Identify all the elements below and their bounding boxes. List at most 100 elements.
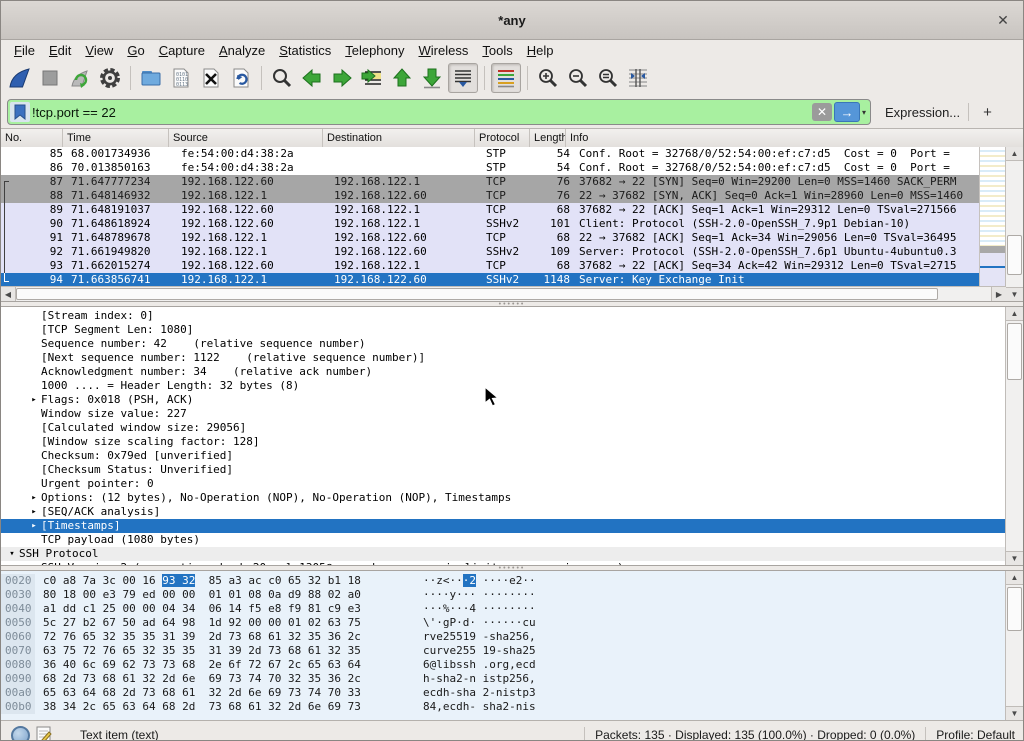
title-bar[interactable]: *any ✕ bbox=[1, 1, 1023, 40]
detail-line[interactable]: Checksum: 0x79ed [unverified] bbox=[1, 449, 1006, 463]
hex-row-0020[interactable]: 0020c0 a8 7a 3c 00 16 93 32 85 a3 ac c0 … bbox=[1, 574, 1006, 588]
packet-row-91[interactable]: 9171.648789678192.168.122.1192.168.122.6… bbox=[1, 231, 980, 245]
scroll-up-icon[interactable]: ▲ bbox=[1006, 571, 1023, 585]
find-packet-magnifier-icon[interactable] bbox=[268, 64, 296, 92]
filter-dropdown-caret-icon[interactable]: ▾ bbox=[862, 108, 866, 117]
hex-row-0090[interactable]: 009068 2d 73 68 61 32 2d 6e 69 73 74 70 … bbox=[1, 672, 1006, 686]
reload-file-doc-icon[interactable] bbox=[227, 64, 255, 92]
zoom-in-magnifier-icon[interactable] bbox=[534, 64, 562, 92]
menu-tools[interactable]: Tools bbox=[475, 42, 519, 59]
scroll-up-icon[interactable]: ▲ bbox=[1006, 147, 1023, 161]
go-to-packet-arrow-icon[interactable] bbox=[358, 64, 386, 92]
zoom-reset-magnifier-icon[interactable] bbox=[594, 64, 622, 92]
bytes-vertical-scrollbar[interactable]: ▲ ▼ bbox=[1005, 571, 1023, 720]
first-packet-arrow-icon[interactable] bbox=[388, 64, 416, 92]
menu-telephony[interactable]: Telephony bbox=[338, 42, 411, 59]
scrollbar-thumb[interactable] bbox=[1007, 587, 1022, 631]
expander-collapsed-icon[interactable]: ▸ bbox=[27, 491, 41, 505]
capture-comment-icon[interactable] bbox=[36, 726, 52, 741]
open-file-folder-icon[interactable] bbox=[137, 64, 165, 92]
filter-apply-icon[interactable]: → bbox=[834, 102, 860, 122]
detail-line[interactable]: [Stream index: 0] bbox=[1, 309, 1006, 323]
expander-collapsed-icon[interactable]: ▸ bbox=[27, 393, 41, 407]
scroll-down-icon[interactable]: ▼ bbox=[1006, 287, 1023, 301]
detail-line[interactable]: ▸SSH Version 2 (encryption:chacha20-poly… bbox=[1, 561, 1006, 566]
detail-line[interactable]: Urgent pointer: 0 bbox=[1, 477, 1006, 491]
detail-line[interactable]: [Checksum Status: Unverified] bbox=[1, 463, 1006, 477]
packet-row-88[interactable]: 8871.648146932192.168.122.1192.168.122.6… bbox=[1, 189, 980, 203]
packet-row-86[interactable]: 8670.013850163fe:54:00:d4:38:2aSTP54Conf… bbox=[1, 161, 980, 175]
hex-row-0040[interactable]: 0040a1 dd c1 25 00 00 04 34 06 14 f5 e8 … bbox=[1, 602, 1006, 616]
menu-go[interactable]: Go bbox=[120, 42, 151, 59]
save-file-binary-doc-icon[interactable]: 0101 0110 0113 bbox=[167, 64, 195, 92]
menu-analyze[interactable]: Analyze bbox=[212, 42, 272, 59]
hex-ascii[interactable]: rve25519 -sha256, bbox=[409, 630, 536, 644]
start-capture-fin-icon[interactable] bbox=[6, 64, 34, 92]
profile-status[interactable]: Profile: Default bbox=[936, 728, 1015, 741]
column-header-no[interactable]: No. bbox=[1, 129, 63, 147]
packet-list-horizontal-scrollbar[interactable]: ◀ ▶ bbox=[1, 286, 1006, 301]
filter-bookmark-icon[interactable] bbox=[10, 102, 30, 122]
menu-help[interactable]: Help bbox=[520, 42, 561, 59]
expression-button[interactable]: Expression... bbox=[885, 105, 960, 120]
scrollbar-thumb[interactable] bbox=[1007, 235, 1022, 275]
hex-ascii[interactable]: curve255 19-sha25 bbox=[409, 644, 536, 658]
menu-view[interactable]: View bbox=[78, 42, 120, 59]
stop-capture-icon[interactable] bbox=[36, 64, 64, 92]
hex-ascii[interactable]: 84,ecdh- sha2-nis bbox=[409, 700, 536, 714]
hex-bytes[interactable]: 36 40 6c 69 62 73 73 68 2e 6f 72 67 2c 6… bbox=[39, 658, 409, 672]
zoom-out-magnifier-icon[interactable] bbox=[564, 64, 592, 92]
detail-line[interactable]: ▸Flags: 0x018 (PSH, ACK) bbox=[1, 393, 1006, 407]
close-file-doc-icon[interactable] bbox=[197, 64, 225, 92]
filter-text[interactable]: !tcp.port == 22 bbox=[32, 105, 812, 120]
menu-wireless[interactable]: Wireless bbox=[412, 42, 476, 59]
column-header-destination[interactable]: Destination bbox=[323, 129, 475, 147]
auto-scroll-toggle-icon[interactable] bbox=[448, 63, 478, 93]
add-filter-button[interactable]: + bbox=[977, 104, 998, 121]
scroll-left-icon[interactable]: ◀ bbox=[1, 287, 16, 301]
column-header-length[interactable]: Length bbox=[530, 129, 566, 147]
packet-list-vertical-scrollbar[interactable]: ▲ ▼ bbox=[1005, 147, 1023, 301]
hex-bytes[interactable]: 63 75 72 76 65 32 35 35 31 39 2d 73 68 6… bbox=[39, 644, 409, 658]
hex-bytes[interactable]: 65 63 64 68 2d 73 68 61 32 2d 6e 69 73 7… bbox=[39, 686, 409, 700]
details-vertical-scrollbar[interactable]: ▲ ▼ bbox=[1005, 307, 1023, 565]
scroll-up-icon[interactable]: ▲ bbox=[1006, 307, 1023, 321]
packet-row-93[interactable]: 9371.662015274192.168.122.60192.168.122.… bbox=[1, 259, 980, 273]
packet-row-90[interactable]: 9071.648618924192.168.122.60192.168.122.… bbox=[1, 217, 980, 231]
hex-row-0050[interactable]: 00505c 27 b2 67 50 ad 64 98 1d 92 00 00 … bbox=[1, 616, 1006, 630]
column-header-protocol[interactable]: Protocol bbox=[475, 129, 530, 147]
hex-row-00a0[interactable]: 00a065 63 64 68 2d 73 68 61 32 2d 6e 69 … bbox=[1, 686, 1006, 700]
column-header-info[interactable]: Info bbox=[566, 129, 1023, 147]
packet-row-89[interactable]: 8971.648191037192.168.122.60192.168.122.… bbox=[1, 203, 980, 217]
colorize-toggle-icon[interactable] bbox=[491, 63, 521, 93]
detail-line[interactable]: Acknowledgment number: 34 (relative ack … bbox=[1, 365, 1006, 379]
expander-collapsed-icon[interactable]: ▸ bbox=[27, 505, 41, 519]
previous-packet-arrow-icon[interactable] bbox=[298, 64, 326, 92]
packet-row-85[interactable]: 8568.001734936fe:54:00:d4:38:2aSTP54Conf… bbox=[1, 147, 980, 161]
menu-file[interactable]: File bbox=[7, 42, 42, 59]
hex-ascii[interactable]: 6@libssh .org,ecd bbox=[409, 658, 536, 672]
hex-bytes[interactable]: 72 76 65 32 35 35 31 39 2d 73 68 61 32 3… bbox=[39, 630, 409, 644]
hex-row-00b0[interactable]: 00b038 34 2c 65 63 64 68 2d 73 68 61 32 … bbox=[1, 700, 1006, 714]
packet-row-92[interactable]: 9271.661949820192.168.122.1192.168.122.6… bbox=[1, 245, 980, 259]
display-filter-input[interactable]: !tcp.port == 22 ✕ → ▾ bbox=[7, 99, 871, 125]
scroll-down-icon[interactable]: ▼ bbox=[1006, 551, 1023, 565]
packet-row-87[interactable]: 8771.647777234192.168.122.60192.168.122.… bbox=[1, 175, 980, 189]
packet-list-minimap[interactable] bbox=[979, 147, 1006, 287]
detail-line[interactable]: Sequence number: 42 (relative sequence n… bbox=[1, 337, 1006, 351]
detail-line[interactable]: ▸Options: (12 bytes), No-Operation (NOP)… bbox=[1, 491, 1006, 505]
expander-expanded-icon[interactable]: ▾ bbox=[5, 547, 19, 561]
hex-bytes[interactable]: 80 18 00 e3 79 ed 00 00 01 01 08 0a d9 8… bbox=[39, 588, 409, 602]
detail-line[interactable]: ▸[Timestamps] bbox=[1, 519, 1006, 533]
resize-columns-icon[interactable] bbox=[624, 64, 652, 92]
detail-line[interactable]: 1000 .... = Header Length: 32 bytes (8) bbox=[1, 379, 1006, 393]
hex-ascii[interactable]: ····y··· ········ bbox=[409, 588, 536, 602]
hex-bytes[interactable]: 68 2d 73 68 61 32 2d 6e 69 73 74 70 32 3… bbox=[39, 672, 409, 686]
detail-line[interactable]: ▾SSH Protocol bbox=[1, 547, 1006, 561]
hex-bytes[interactable]: 5c 27 b2 67 50 ad 64 98 1d 92 00 00 01 0… bbox=[39, 616, 409, 630]
detail-line[interactable]: [TCP Segment Len: 1080] bbox=[1, 323, 1006, 337]
next-packet-arrow-icon[interactable] bbox=[328, 64, 356, 92]
detail-line[interactable]: TCP payload (1080 bytes) bbox=[1, 533, 1006, 547]
column-header-source[interactable]: Source bbox=[169, 129, 323, 147]
hex-ascii[interactable]: ···%···4 ········ bbox=[409, 602, 536, 616]
